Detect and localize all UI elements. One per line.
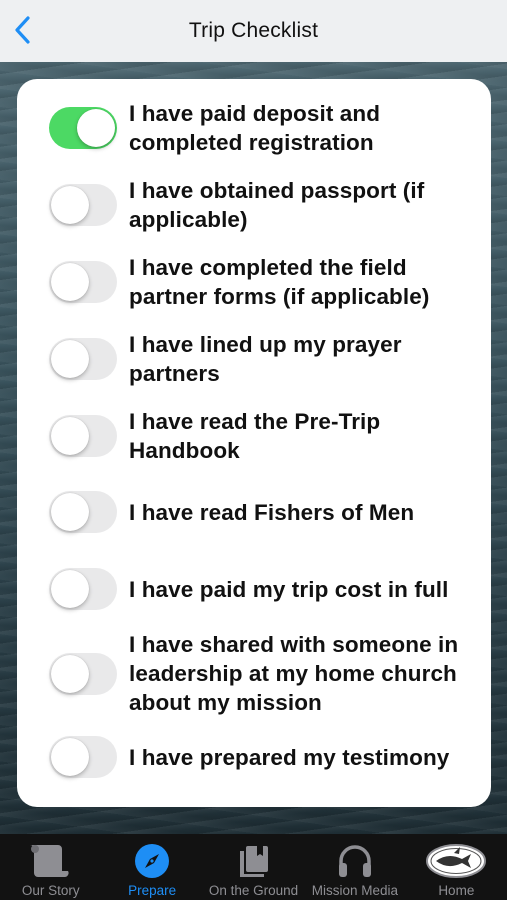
checklist-item: I have prepared my testimony [49,736,479,778]
toggle-knob [51,654,89,693]
tab-bar: Our Story Prepare On the Ground Mission … [0,834,507,900]
checklist-toggle[interactable] [49,338,117,380]
tab-label: Home [438,883,475,898]
checklist-item-label: I have obtained passport (if applicable) [129,176,424,234]
label-line: completed registration [129,130,374,155]
label-line: I have paid my trip cost in full [129,576,449,602]
nav-bar: Trip Checklist [0,0,507,62]
label-line: leadership at my home church [129,661,457,686]
fish-logo-icon [426,844,487,878]
label-line: I have paid deposit and [129,101,381,126]
checklist-toggle[interactable] [49,568,117,610]
checklist-item: I have completed the field partner forms… [49,253,479,311]
tab-label: Mission Media [311,883,399,898]
label-line: I have lined up my prayer [129,332,402,357]
checklist-item-label: I have shared with someone in leadership… [129,630,458,717]
checklist-item-label: I have read the Pre-Trip Handbook [129,407,380,465]
tab-mission-media[interactable]: Mission Media [304,834,405,900]
label-line: I have obtained passport (if [129,178,425,203]
checklist-item: I have paid deposit and completed regist… [49,99,479,157]
checklist-item: I have obtained passport (if applicable) [49,176,479,234]
label-line: applicable) [129,207,248,232]
tab-label: On the Ground [208,883,299,898]
tab-our-story[interactable]: Our Story [0,834,101,900]
toggle-knob [51,570,89,608]
label-line: I have read Fishers of Men [129,499,415,525]
tab-on-the-ground[interactable]: On the Ground [203,834,304,900]
checklist-item: I have shared with someone in leadership… [49,630,479,717]
checklist-toggle[interactable] [49,261,117,303]
label-line: partners [129,361,220,386]
label-line: I have prepared my testimony [129,744,450,770]
checklist-item-label: I have read Fishers of Men [129,498,414,527]
tab-label: Our Story [21,883,80,898]
label-line: I have shared with someone in [129,632,459,657]
checklist-item-label: I have prepared my testimony [129,743,449,772]
toggle-knob [77,109,115,147]
headphones-icon [338,845,371,877]
scroll-icon [29,845,69,878]
tab-home[interactable]: Home [406,834,507,900]
photos-icon [239,846,268,877]
checklist-toggle[interactable] [49,736,117,778]
back-button[interactable] [10,14,34,46]
checklist-item: I have read the Pre-Trip Handbook [49,407,479,465]
label-line: I have completed the field [129,255,407,280]
label-line: partner forms (if applicable) [129,284,430,309]
checklist-toggle[interactable] [49,491,117,533]
tab-prepare[interactable]: Prepare [101,834,202,900]
label-line: I have read the Pre-Trip [129,409,381,434]
checklist-item: I have paid my trip cost in full [49,568,479,610]
checklist-item-label: I have paid my trip cost in full [129,575,449,604]
checklist-toggle[interactable] [49,415,117,457]
compass-icon [135,844,170,878]
checklist-item: I have lined up my prayer partners [49,330,479,388]
checklist-toggle[interactable] [49,652,117,695]
checklist-toggle[interactable] [49,107,117,149]
checklist-item-label: I have completed the field partner forms… [129,253,429,311]
toggle-knob [51,340,89,378]
toggle-knob [51,738,89,776]
checklist-card: I have paid deposit and completed regist… [17,79,491,807]
toggle-knob [51,417,89,455]
checklist-item-label: I have lined up my prayer partners [129,330,402,388]
checklist-item-label: I have paid deposit and completed regist… [129,99,380,157]
toggle-knob [51,263,89,301]
checklist-toggle[interactable] [49,184,117,226]
checklist-item: I have read Fishers of Men [49,491,479,533]
chevron-left-icon [15,16,30,44]
page-title: Trip Checklist [188,19,319,42]
label-line: about my mission [129,690,322,715]
label-line: Handbook [129,438,240,463]
toggle-knob [51,186,89,224]
toggle-knob [51,493,89,531]
tab-label: Prepare [128,883,177,898]
